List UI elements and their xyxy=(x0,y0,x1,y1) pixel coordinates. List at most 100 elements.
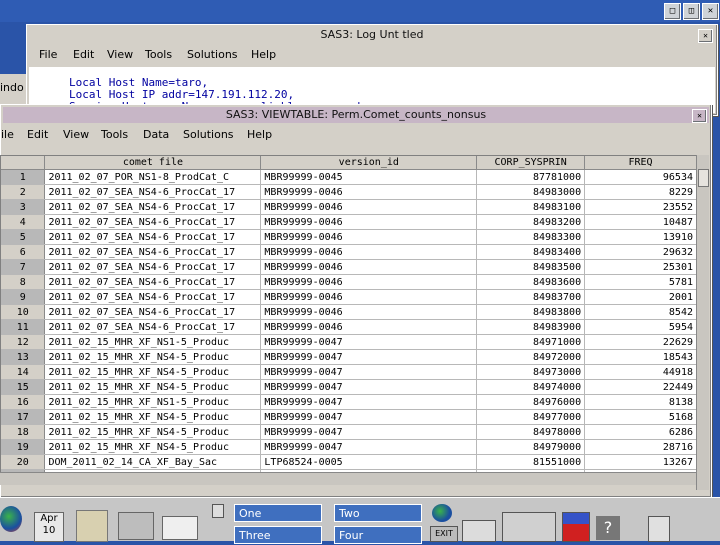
table-row[interactable]: 5 2011_02_07_SEA_NS4-6_ProcCat_17 MBR99999… xyxy=(1,229,697,245)
log-menu-edit[interactable]: Edit xyxy=(73,48,94,61)
text-editor-icon[interactable] xyxy=(118,512,154,540)
mailbox-icon[interactable] xyxy=(462,520,496,542)
table-row[interactable]: 14 2011_02_15_MHR_XF_NS4-5_Produc MBR99999… xyxy=(1,364,697,380)
row-number[interactable]: 12 xyxy=(1,334,46,350)
row-number[interactable]: 7 xyxy=(1,259,46,275)
globe-icon[interactable] xyxy=(432,504,452,522)
cell-version-id[interactable]: MBR99999-0046 xyxy=(260,259,478,275)
table-row[interactable]: 11 2011_02_07_SEA_NS4-6_ProcCat_17 MBR9999… xyxy=(1,319,697,335)
cell-corp-sysprin[interactable]: 84974000 xyxy=(476,379,586,395)
cell-version-id[interactable]: MBR99999-0047 xyxy=(260,349,478,365)
table-row[interactable]: 10 2011_02_07_SEA_NS4-6_ProcCat_17 MBR9999… xyxy=(1,304,697,320)
cell-corp-sysprin[interactable]: 84972000 xyxy=(476,349,586,365)
cell-corp-sysprin[interactable]: 84983200 xyxy=(476,214,586,230)
cell-version-id[interactable]: MBR99999-0046 xyxy=(260,319,478,335)
table-row[interactable]: 17 2011_02_15_MHR_XF_NS4-5_Produc MBR99999… xyxy=(1,409,697,425)
table-row[interactable]: 13 2011_02_15_MHR_XF_NS4-5_Produc MBR99999… xyxy=(1,349,697,365)
table-row[interactable]: 18 2011_02_15_MHR_XF_NS4-5_Produc MBR99999… xyxy=(1,424,697,440)
viewtable-menu-tools[interactable]: Tools xyxy=(101,128,128,141)
close-icon[interactable]: ✕ xyxy=(702,3,719,20)
cell-corp-sysprin[interactable]: 84977000 xyxy=(476,409,586,425)
row-number[interactable]: 1 xyxy=(1,169,46,185)
cell-version-id[interactable]: MBR99999-0045 xyxy=(260,169,478,185)
cell-freq[interactable]: 6286 xyxy=(584,424,697,440)
cell-version-id[interactable]: MBR99999-0047 xyxy=(260,409,478,425)
log-menu-help[interactable]: Help xyxy=(251,48,276,61)
table-row[interactable]: 12 2011_02_15_MHR_XF_NS1-5_Produc MBR99999… xyxy=(1,334,697,350)
cell-freq[interactable]: 10487 xyxy=(584,214,697,230)
row-number-header[interactable] xyxy=(1,156,46,170)
cell-freq[interactable]: 13267 xyxy=(584,454,697,470)
viewtable-close-icon[interactable]: ✕ xyxy=(692,109,707,123)
row-number[interactable]: 3 xyxy=(1,199,46,215)
viewtable-menu-solutions[interactable]: Solutions xyxy=(183,128,234,141)
row-number[interactable]: 15 xyxy=(1,379,46,395)
cell-freq[interactable]: 13910 xyxy=(584,229,697,245)
viewtable-menu-help[interactable]: Help xyxy=(247,128,272,141)
help-icon[interactable]: ? xyxy=(596,516,620,540)
log-menu-file[interactable]: File xyxy=(39,48,57,61)
cell-freq[interactable]: 2001 xyxy=(584,289,697,305)
cell-freq[interactable]: 44918 xyxy=(584,364,697,380)
cell-comet-file[interactable]: 2011_02_07_SEA_NS4-6_ProcCat_17 xyxy=(44,244,262,260)
horizontal-scrollbar[interactable] xyxy=(0,472,696,485)
row-number[interactable]: 18 xyxy=(1,424,46,440)
trash-icon[interactable] xyxy=(562,512,590,542)
table-row[interactable]: 9 2011_02_07_SEA_NS4-6_ProcCat_17 MBR99999… xyxy=(1,289,697,305)
cell-freq[interactable]: 22449 xyxy=(584,379,697,395)
cell-comet-file[interactable]: 2011_02_15_MHR_XF_NS4-5_Produc xyxy=(44,424,262,440)
cell-version-id[interactable]: MBR99999-0047 xyxy=(260,439,478,455)
column-header-version-id[interactable]: version_id xyxy=(260,156,478,170)
row-number[interactable]: 2 xyxy=(1,184,46,200)
lock-icon[interactable] xyxy=(212,504,224,518)
cell-version-id[interactable]: LTP68524-0005 xyxy=(260,454,478,470)
cell-freq[interactable]: 96534 xyxy=(584,169,697,185)
cell-freq[interactable]: 28716 xyxy=(584,439,697,455)
row-number[interactable]: 11 xyxy=(1,319,46,335)
globe-icon[interactable] xyxy=(0,506,22,532)
row-number[interactable]: 19 xyxy=(1,439,46,455)
cell-version-id[interactable]: MBR99999-0047 xyxy=(260,364,478,380)
cell-corp-sysprin[interactable]: 84983600 xyxy=(476,274,586,290)
cell-comet-file[interactable]: 2011_02_15_MHR_XF_NS4-5_Produc xyxy=(44,439,262,455)
cell-corp-sysprin[interactable]: 81551000 xyxy=(476,454,586,470)
cell-corp-sysprin[interactable]: 84976000 xyxy=(476,394,586,410)
cell-comet-file[interactable]: 2011_02_07_SEA_NS4-6_ProcCat_17 xyxy=(44,274,262,290)
table-row[interactable]: 15 2011_02_15_MHR_XF_NS4-5_Produc MBR99999… xyxy=(1,379,697,395)
cell-comet-file[interactable]: 2011_02_07_SEA_NS4-6_ProcCat_17 xyxy=(44,229,262,245)
cell-comet-file[interactable]: 2011_02_15_MHR_XF_NS4-5_Produc xyxy=(44,364,262,380)
cell-version-id[interactable]: MBR99999-0046 xyxy=(260,214,478,230)
cell-version-id[interactable]: MBR99999-0046 xyxy=(260,199,478,215)
table-row[interactable]: 1 2011_02_07_POR_NS1-8_ProdCat_C MBR99999-… xyxy=(1,169,697,185)
cell-comet-file[interactable]: DOM_2011_02_14_CA_XF_Bay_Sac xyxy=(44,454,262,470)
row-number[interactable]: 16 xyxy=(1,394,46,410)
cell-freq[interactable]: 5954 xyxy=(584,319,697,335)
viewtable-menu-data[interactable]: Data xyxy=(143,128,169,141)
cell-corp-sysprin[interactable]: 84978000 xyxy=(476,424,586,440)
table-row[interactable]: 16 2011_02_15_MHR_XF_NS1-5_Produc MBR99999… xyxy=(1,394,697,410)
table-row[interactable]: 3 2011_02_07_SEA_NS4-6_ProcCat_17 MBR99999… xyxy=(1,199,697,215)
cell-version-id[interactable]: MBR99999-0046 xyxy=(260,244,478,260)
row-number[interactable]: 6 xyxy=(1,244,46,260)
column-header-comet-file[interactable]: comet file xyxy=(44,156,262,170)
cell-comet-file[interactable]: 2011_02_15_MHR_XF_NS4-5_Produc xyxy=(44,409,262,425)
cell-comet-file[interactable]: 2011_02_07_SEA_NS4-6_ProcCat_17 xyxy=(44,304,262,320)
cell-corp-sysprin[interactable]: 84979000 xyxy=(476,439,586,455)
cell-freq[interactable]: 23552 xyxy=(584,199,697,215)
cell-freq[interactable]: 5168 xyxy=(584,409,697,425)
viewtable-menu-edit[interactable]: Edit xyxy=(27,128,48,141)
scroll-thumb[interactable] xyxy=(698,169,709,187)
cell-corp-sysprin[interactable]: 84983900 xyxy=(476,319,586,335)
vertical-scrollbar[interactable] xyxy=(696,155,709,490)
cell-corp-sysprin[interactable]: 84973000 xyxy=(476,364,586,380)
row-number[interactable]: 13 xyxy=(1,349,46,365)
table-row[interactable]: 4 2011_02_07_SEA_NS4-6_ProcCat_17 MBR99999… xyxy=(1,214,697,230)
cell-version-id[interactable]: MBR99999-0046 xyxy=(260,289,478,305)
cell-comet-file[interactable]: 2011_02_07_POR_NS1-8_ProdCat_C xyxy=(44,169,262,185)
cell-comet-file[interactable]: 2011_02_15_MHR_XF_NS4-5_Produc xyxy=(44,349,262,365)
data-grid[interactable]: comet file version_id CORP_SYSPRIN FREQ … xyxy=(0,155,698,485)
cell-comet-file[interactable]: 2011_02_07_SEA_NS4-6_ProcCat_17 xyxy=(44,184,262,200)
printer-icon[interactable] xyxy=(162,516,198,540)
log-window-title[interactable]: SAS3: Log Unt tled xyxy=(29,27,715,43)
minimize-icon[interactable]: □ xyxy=(664,3,681,20)
